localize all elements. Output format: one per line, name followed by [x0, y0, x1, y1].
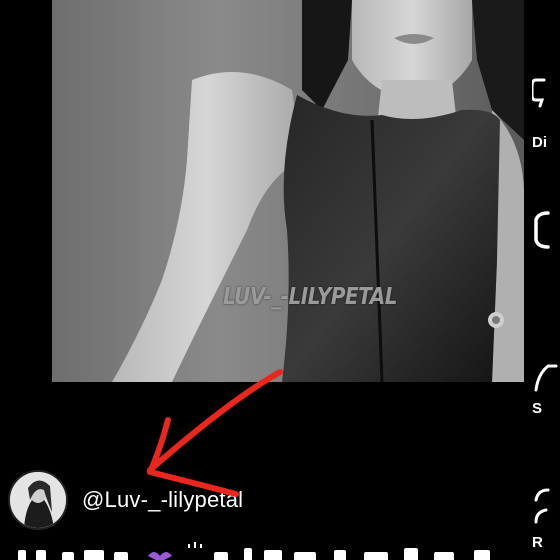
share-icon — [534, 364, 558, 392]
remix-label: R — [532, 534, 543, 551]
share-button[interactable]: S — [532, 362, 560, 417]
video-player[interactable]: LUV-_-LILYPETAL — [52, 0, 524, 382]
remix-icon — [534, 488, 550, 524]
video-watermark: LUV-_-LILYPETAL — [223, 282, 397, 310]
action-rail: Di S R — [524, 0, 560, 560]
comment-icon — [534, 211, 550, 249]
author-row[interactable]: @Luv-_-lilypetal — [8, 468, 243, 532]
avatar[interactable] — [8, 470, 68, 530]
dislike-label: Di — [532, 134, 547, 151]
channel-handle[interactable]: @Luv-_-lilypetal — [82, 487, 243, 513]
caption-text — [14, 542, 534, 560]
dislike-button[interactable]: Di — [532, 78, 560, 151]
video-frame-image — [112, 0, 524, 382]
caption-cropped-glyphs — [18, 542, 490, 560]
thumbs-down-icon — [532, 78, 546, 108]
comment-button[interactable] — [532, 210, 560, 250]
avatar-image — [10, 472, 66, 528]
remix-button[interactable]: R — [532, 486, 560, 551]
share-label: S — [532, 400, 543, 417]
heart-emoji — [148, 552, 172, 560]
